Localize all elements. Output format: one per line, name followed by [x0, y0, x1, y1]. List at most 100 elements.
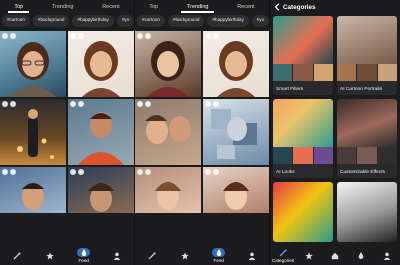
feed-tabs: Top Trending Recent — [135, 0, 269, 13]
nav-profile[interactable] — [242, 247, 262, 265]
photo-grid — [0, 31, 134, 213]
star-icon — [305, 251, 313, 260]
user-avatars — [137, 33, 151, 39]
chip-happybirthday[interactable]: #happybirthday — [207, 15, 249, 27]
feed-tabs: Top Trending Recent — [0, 0, 134, 13]
screenshot-collage: Top Trending Recent #cartoon #background… — [0, 0, 400, 265]
magic-wand-icon — [13, 252, 21, 259]
hashtag-chips: #cartoon #background #happybirthday #yo — [0, 15, 134, 27]
nav-feed[interactable] — [351, 247, 371, 265]
photo-card[interactable] — [68, 99, 134, 165]
bottom-navigation: Feed — [0, 246, 134, 265]
photo-card[interactable] — [68, 167, 134, 213]
photo-card[interactable] — [68, 31, 134, 97]
category-smart-filters[interactable]: Smart Filters — [273, 16, 333, 95]
hashtag-chips: #cartoon #background #happybirthday #yo — [135, 15, 269, 27]
night-lights-image — [17, 109, 54, 159]
magic-wand-icon — [279, 249, 287, 256]
chip-yo[interactable]: #yo — [251, 15, 269, 27]
tab-recent[interactable]: Recent — [235, 4, 256, 10]
drop-icon — [81, 249, 87, 256]
custom-effects-thumbs — [337, 147, 397, 164]
nav-home[interactable] — [325, 247, 345, 265]
cartoon-portraits-thumbs — [337, 64, 397, 81]
nav-favorites[interactable] — [299, 247, 319, 265]
photo-card[interactable] — [135, 167, 201, 213]
photo-card[interactable] — [0, 31, 66, 97]
couple-portrait-image — [145, 115, 191, 144]
nav-categories-label: Categories — [271, 257, 295, 263]
user-avatars — [70, 33, 84, 39]
category-sketch[interactable] — [337, 182, 397, 242]
category-ai-looks[interactable]: AI Looks — [273, 99, 333, 178]
smart-filters-preview — [273, 16, 333, 64]
cartoon-portrait-image — [147, 41, 189, 97]
chip-happybirthday[interactable]: #happybirthday — [72, 15, 114, 27]
bottom-navigation: Categories — [270, 246, 400, 265]
ai-looks-thumbs — [273, 147, 333, 164]
nav-profile[interactable] — [107, 247, 127, 265]
photo-grid — [135, 31, 269, 213]
category-label: AI Looks — [276, 170, 295, 175]
star-icon — [181, 251, 189, 260]
back-arrow-icon[interactable] — [273, 3, 283, 11]
photo-card[interactable] — [135, 31, 201, 97]
user-avatars — [2, 33, 16, 39]
feed-screen-top: Top Trending Recent #cartoon #background… — [0, 0, 134, 265]
nav-profile[interactable] — [377, 247, 397, 265]
category-label: Smart Filters — [276, 87, 304, 92]
star-icon — [46, 251, 54, 260]
nav-favorites[interactable] — [175, 247, 195, 265]
photo-card[interactable] — [135, 99, 201, 165]
tab-recent[interactable]: Recent — [100, 4, 121, 10]
tab-top[interactable]: Top — [8, 4, 30, 13]
user-avatars — [70, 101, 84, 107]
page-title: Categories — [283, 3, 316, 11]
drop-icon — [216, 249, 222, 256]
nav-feed-label: Feed — [213, 258, 224, 263]
category-pop-art[interactable] — [273, 182, 333, 242]
chip-cartoon[interactable]: #cartoon — [2, 15, 30, 27]
user-avatars — [205, 101, 219, 107]
user-avatars — [205, 33, 219, 39]
cartoon-portrait-image — [82, 41, 120, 97]
nav-effects[interactable] — [7, 247, 27, 265]
categories-header: Categories — [270, 0, 400, 14]
nav-feed-label: Feed — [78, 258, 89, 263]
nav-categories[interactable]: Categories — [271, 247, 295, 265]
category-label: Customizable Effects — [340, 170, 385, 175]
nav-feed[interactable]: Feed — [209, 247, 229, 265]
category-customizable-effects[interactable]: Customizable Effects — [337, 99, 397, 178]
person-icon — [114, 252, 121, 260]
photo-card[interactable] — [203, 99, 269, 165]
bottom-navigation: Feed — [135, 246, 269, 265]
nav-effects[interactable] — [142, 247, 162, 265]
glitch-portrait-image — [211, 109, 257, 159]
chip-background[interactable]: #background — [167, 15, 205, 27]
user-avatars — [137, 169, 151, 175]
feed-screen-trending: Top Trending Recent #cartoon #background… — [135, 0, 269, 265]
nav-favorites[interactable] — [40, 247, 60, 265]
cartoon-portrait-image — [217, 41, 255, 97]
chip-background[interactable]: #background — [32, 15, 70, 27]
categories-screen: Categories Smart Filters AI Cartoon Port… — [270, 0, 400, 265]
nav-feed[interactable]: Feed — [74, 247, 94, 265]
ai-looks-preview — [273, 99, 333, 147]
tab-trending[interactable]: Trending — [50, 4, 76, 10]
user-avatars — [205, 169, 219, 175]
photo-card[interactable] — [0, 99, 66, 165]
photo-card[interactable] — [203, 31, 269, 97]
custom-effects-preview — [337, 99, 397, 147]
photo-card[interactable] — [203, 167, 269, 213]
person-icon — [383, 252, 391, 260]
chip-yo[interactable]: #yo — [116, 15, 134, 27]
smart-filters-thumbs — [273, 64, 333, 81]
category-ai-cartoon-portraits[interactable]: AI Cartoon Portraits — [337, 16, 397, 95]
chip-cartoon[interactable]: #cartoon — [137, 15, 165, 27]
person-icon — [249, 252, 256, 260]
tab-trending[interactable]: Trending — [181, 4, 214, 13]
magic-wand-icon — [148, 252, 156, 259]
cartoon-portraits-preview — [337, 16, 397, 64]
tab-top[interactable]: Top — [147, 4, 160, 10]
photo-card[interactable] — [0, 167, 66, 213]
